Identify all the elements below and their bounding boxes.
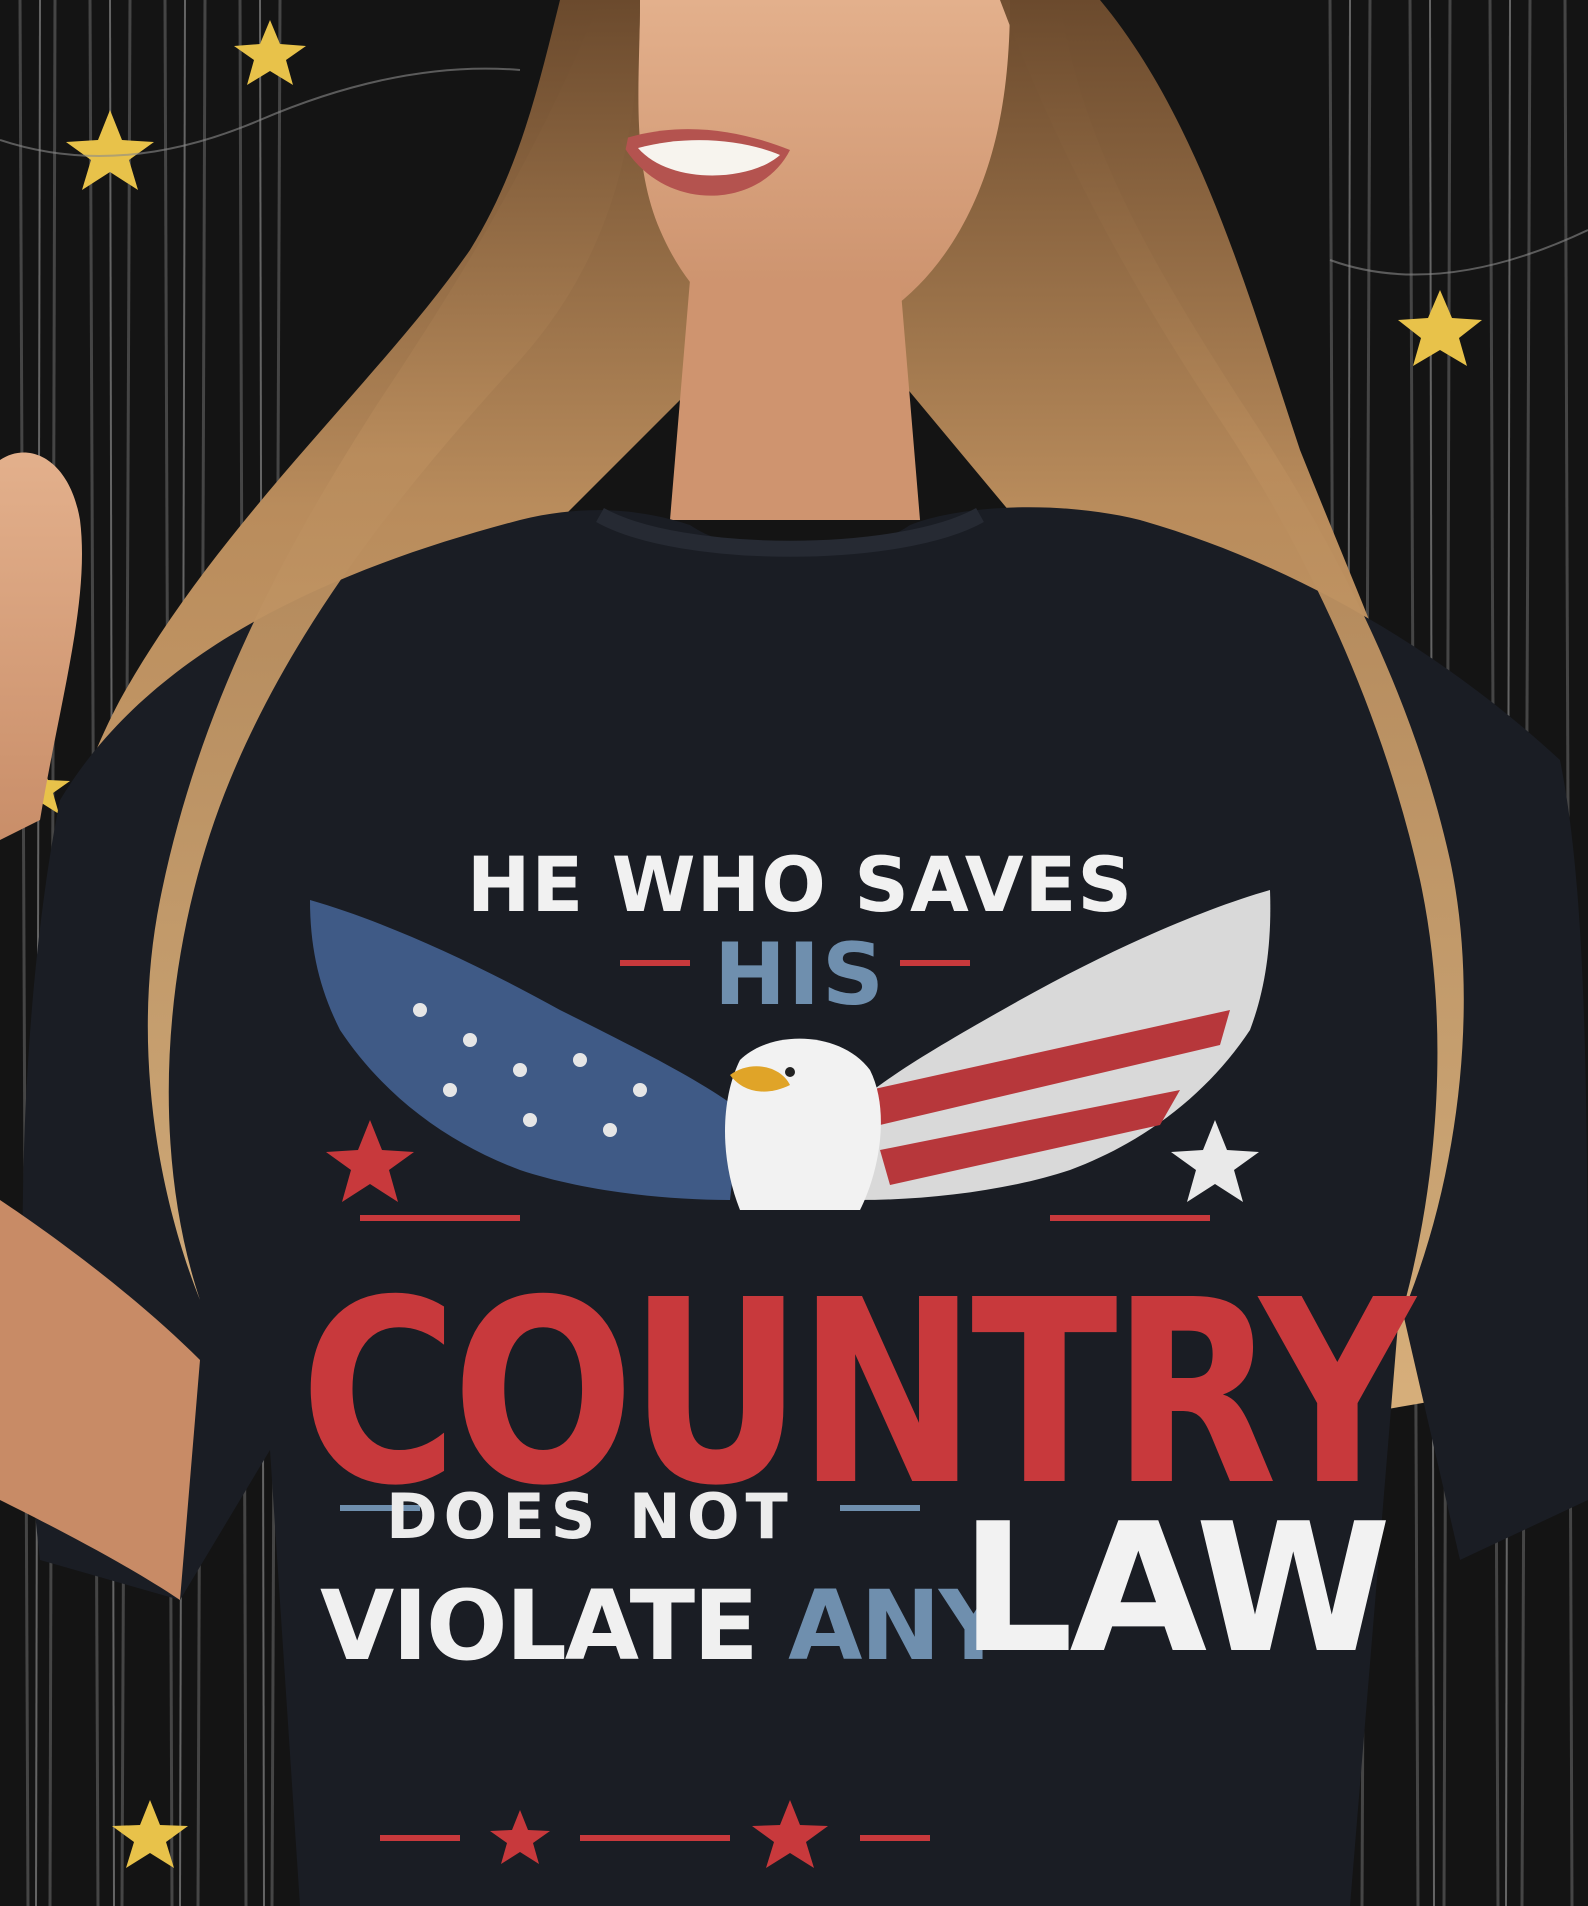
print-line-violate-any: VIOLATE ANY xyxy=(320,1570,1008,1682)
print-line-he-who-saves: HE WHO SAVES xyxy=(466,840,1134,929)
photo-scene: HE WHO SAVES HIS COUNTRY DOES NOT VIOLAT… xyxy=(0,0,1588,1906)
print-line-his: HIS xyxy=(714,925,886,1025)
neck xyxy=(670,280,920,520)
print-word-violate: VIOLATE xyxy=(320,1570,759,1682)
print-line-law: LAW xyxy=(960,1485,1392,1692)
shirt-print-text: HE WHO SAVES HIS COUNTRY DOES NOT VIOLAT… xyxy=(300,820,1415,1720)
print-line-does-not: DOES NOT xyxy=(386,1480,794,1553)
